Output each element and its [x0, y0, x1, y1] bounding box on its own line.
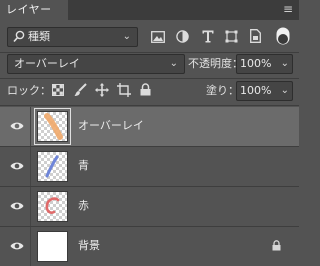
filter-pixel-icon[interactable] [151, 31, 165, 46]
visibility-eye-icon[interactable] [10, 161, 24, 174]
filter-shape-icon[interactable] [225, 30, 238, 46]
chevron-down-icon: ⌄ [122, 31, 131, 42]
divider [30, 107, 31, 146]
divider [30, 227, 31, 266]
filter-kind-select[interactable]: 種類 ⌄ [7, 27, 138, 47]
chevron-down-icon: ⌄ [280, 58, 289, 69]
lock-all-icon[interactable] [140, 83, 151, 99]
opacity-value: 100% [240, 57, 272, 70]
layer-row[interactable]: オーバーレイ [0, 107, 299, 146]
chevron-down-icon: ⌄ [169, 58, 178, 69]
chevron-down-icon: ⌄ [280, 85, 289, 96]
lock-icon [272, 240, 281, 254]
search-icon [13, 30, 25, 46]
fill-label: 塗り： [206, 84, 239, 97]
layer-row[interactable]: 青 [0, 147, 299, 186]
lock-position-icon[interactable] [95, 83, 109, 100]
opacity-label: 不透明度： [188, 57, 243, 70]
divider [30, 187, 31, 226]
layer-thumbnail[interactable] [37, 191, 68, 222]
filter-smart-object-icon[interactable] [250, 29, 261, 46]
visibility-eye-icon[interactable] [10, 201, 24, 214]
divider [0, 105, 299, 106]
panel-tab-bar: レイヤー ≡ [0, 0, 299, 20]
layer-name: オーバーレイ [78, 119, 144, 132]
filter-kind-label: 種類 [28, 30, 50, 43]
lock-transparent-pixels-icon[interactable] [52, 84, 64, 99]
blend-mode-value: オーバーレイ [14, 57, 80, 70]
layer-thumbnail[interactable] [37, 151, 68, 182]
blend-mode-select[interactable]: オーバーレイ ⌄ [7, 54, 185, 74]
divider [0, 52, 299, 53]
layer-name: 赤 [78, 199, 89, 212]
layer-thumbnail[interactable] [34, 108, 71, 145]
layer-name: 青 [78, 159, 89, 172]
lock-artboard-icon[interactable] [117, 83, 131, 100]
fill-value: 100% [240, 84, 272, 97]
visibility-eye-icon[interactable] [10, 241, 24, 254]
filter-toggle-icon[interactable] [276, 27, 290, 48]
lock-label: ロック： [7, 84, 51, 97]
layer-row[interactable]: 背景 [0, 227, 299, 266]
layer-row[interactable]: 赤 [0, 187, 299, 226]
layer-name: 背景 [78, 239, 100, 252]
opacity-field[interactable]: 100% ⌄ [236, 54, 293, 74]
layer-thumbnail[interactable] [37, 231, 68, 262]
filter-type-icon[interactable] [202, 30, 214, 46]
tab-layers[interactable]: レイヤー [0, 0, 68, 20]
visibility-eye-icon[interactable] [10, 121, 24, 134]
panel-menu-icon[interactable]: ≡ [283, 2, 293, 16]
fill-field[interactable]: 100% ⌄ [236, 81, 293, 101]
divider [0, 78, 299, 79]
divider [30, 147, 31, 186]
filter-adjustment-icon[interactable] [176, 30, 189, 46]
lock-image-pixels-icon[interactable] [74, 83, 87, 100]
